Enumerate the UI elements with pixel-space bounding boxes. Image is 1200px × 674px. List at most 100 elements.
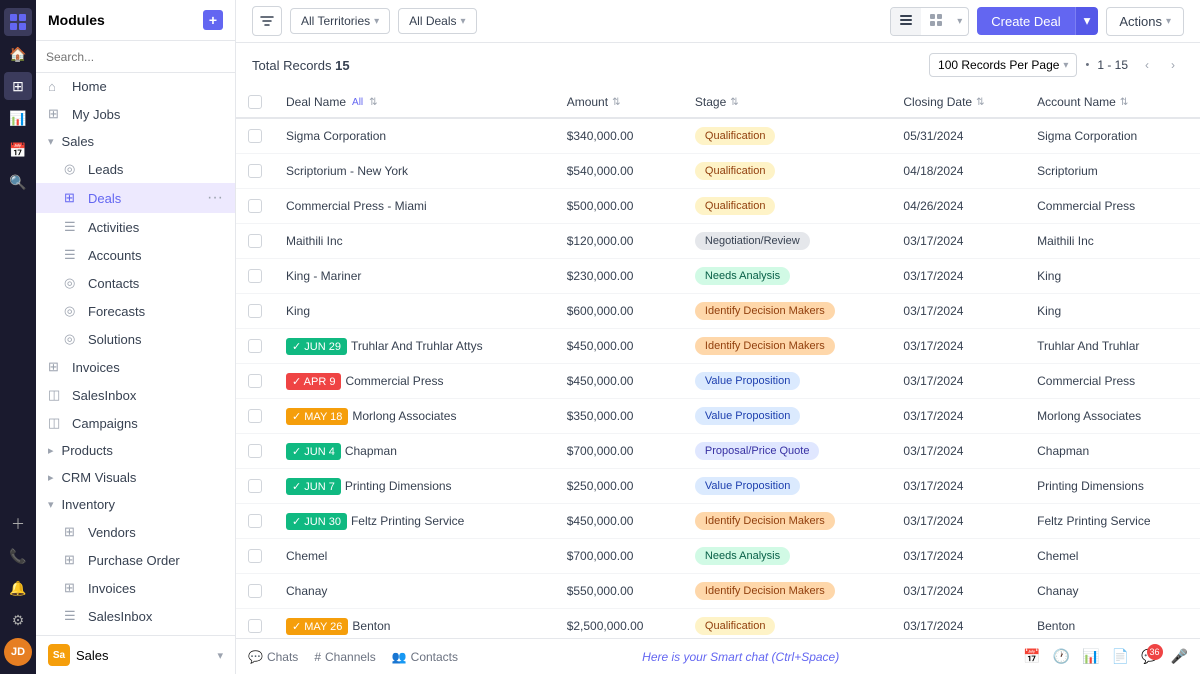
deal-name-text[interactable]: Chemel [286, 549, 327, 563]
sidebar-item-purchaseorder[interactable]: ⊞ Purchase Order [36, 546, 235, 574]
deal-name-text[interactable]: Printing Dimensions [345, 479, 452, 493]
row-checkbox[interactable] [248, 234, 262, 248]
deal-name-text[interactable]: Morlong Associates [352, 409, 456, 423]
deal-name-filter-tag[interactable]: All [352, 97, 363, 108]
deal-name-text[interactable]: King - Mariner [286, 269, 361, 283]
row-closing-date: 03/17/2024 [891, 539, 1025, 574]
next-page-btn[interactable]: › [1162, 54, 1184, 76]
sidebar-item-leads[interactable]: ◎ Leads [36, 155, 235, 183]
account-sort-icon[interactable]: ⇅ [1120, 97, 1128, 108]
bell-rail-icon[interactable]: 🔔 [4, 574, 32, 602]
plus-rail-icon[interactable]: ＋ [4, 510, 32, 538]
sidebar-section-products[interactable]: ▸ Products [36, 437, 235, 464]
sidebar-section-crmvisuals[interactable]: ▸ CRM Visuals [36, 464, 235, 491]
view-more-icon[interactable]: ▾ [951, 11, 968, 32]
sidebar-item-invoices-top[interactable]: ⊞ Invoices [36, 353, 235, 381]
sidebar-item-deals[interactable]: ⊞ Deals ··· [36, 183, 235, 213]
deal-name-text[interactable]: Commercial Press [345, 374, 443, 388]
list-view-btn[interactable] [891, 8, 921, 35]
grid-view-btn[interactable] [921, 8, 951, 35]
row-checkbox[interactable] [248, 164, 262, 178]
sidebar-item-accounts[interactable]: ☰ Accounts [36, 241, 235, 269]
amount-sort-icon[interactable]: ⇅ [612, 97, 620, 108]
deal-name-text[interactable]: Commercial Press - Miami [286, 199, 427, 213]
deal-name-text[interactable]: Chanay [286, 584, 327, 598]
phone-rail-icon[interactable]: 📞 [4, 542, 32, 570]
sidebar-item-myjobs[interactable]: ⊞ My Jobs [36, 100, 235, 128]
closing-sort-icon[interactable]: ⇅ [976, 97, 984, 108]
sidebar-item-solutions[interactable]: ◎ Solutions [36, 325, 235, 353]
row-checkbox[interactable] [248, 479, 262, 493]
deal-name-text[interactable]: Sigma Corporation [286, 129, 386, 143]
records-per-page-dropdown[interactable]: 100 Records Per Page ▾ [929, 53, 1077, 77]
create-deal-button[interactable]: Create Deal [977, 7, 1074, 35]
app-logo-icon[interactable] [4, 8, 32, 36]
sidebar-section-inventory[interactable]: ▾ Inventory [36, 491, 235, 518]
sidebar-section-sales[interactable]: ▾ Sales [36, 128, 235, 155]
deal-name-text[interactable]: King [286, 304, 310, 318]
sidebar-item-activities[interactable]: ☰ Activities [36, 213, 235, 241]
sidebar-item-contacts[interactable]: ◎ Contacts [36, 269, 235, 297]
sidebar-item-vendors[interactable]: ⊞ Vendors [36, 518, 235, 546]
deals-more-icon[interactable]: ··· [207, 189, 223, 207]
select-all-checkbox[interactable] [248, 95, 262, 109]
home-rail-icon[interactable]: 🏠 [4, 40, 32, 68]
user-avatar-rail[interactable]: JD [4, 638, 32, 666]
row-checkbox[interactable] [248, 269, 262, 283]
row-checkbox[interactable] [248, 199, 262, 213]
sidebar-item-salesinbox2[interactable]: ☰ SalesInbox [36, 602, 235, 630]
mic-bottom-icon[interactable]: 🎤 [1171, 648, 1188, 665]
deals-dropdown[interactable]: All Deals ▾ [398, 8, 476, 34]
doc-bottom-icon[interactable]: 📄 [1112, 648, 1129, 665]
deal-name-sort-icon[interactable]: ⇅ [369, 97, 377, 108]
deal-name-text[interactable]: Scriptorium - New York [286, 164, 408, 178]
gear-rail-icon[interactable]: ⚙ [4, 606, 32, 634]
table-row: Sigma Corporation $340,000.00 Qualificat… [236, 118, 1200, 154]
row-checkbox[interactable] [248, 549, 262, 563]
row-checkbox[interactable] [248, 339, 262, 353]
deal-name-text[interactable]: Benton [352, 619, 390, 633]
row-stage: Value Proposition [683, 469, 891, 504]
sidebar-item-campaigns[interactable]: ◫ Campaigns [36, 409, 235, 437]
row-checkbox[interactable] [248, 409, 262, 423]
contacts-tab[interactable]: 👥 Contacts [392, 650, 458, 664]
smart-chat-hint[interactable]: Here is your Smart chat (Ctrl+Space) [642, 650, 839, 664]
sidebar-item-salesinbox[interactable]: ◫ SalesInbox [36, 381, 235, 409]
search-input[interactable] [46, 50, 225, 64]
stage-sort-icon[interactable]: ⇅ [730, 97, 738, 108]
deal-name-text[interactable]: Truhlar And Truhlar Attys [351, 339, 483, 353]
calendar-bottom-icon[interactable]: 📅 [1023, 648, 1040, 665]
grid-rail-icon[interactable]: ⊞ [4, 72, 32, 100]
search-rail-icon[interactable]: 🔍 [4, 168, 32, 196]
sidebar-item-invoices[interactable]: ⊞ Invoices [36, 574, 235, 602]
sidebar-item-home[interactable]: ⌂ Home [36, 73, 235, 100]
row-checkbox[interactable] [248, 304, 262, 318]
add-module-btn[interactable]: + [203, 10, 223, 30]
prev-page-btn[interactable]: ‹ [1136, 54, 1158, 76]
row-checkbox[interactable] [248, 444, 262, 458]
row-checkbox[interactable] [248, 619, 262, 633]
create-deal-dropdown-btn[interactable]: ▾ [1075, 7, 1099, 35]
filter-button[interactable] [252, 6, 282, 36]
calendar-rail-icon[interactable]: 📅 [4, 136, 32, 164]
sidebar-footer[interactable]: Sa Sales ▾ [36, 635, 235, 674]
deal-name-text[interactable]: Chapman [345, 444, 397, 458]
chart-bottom-icon[interactable]: 📊 [1082, 648, 1099, 665]
header-deal-name: Deal Name All ⇅ [274, 87, 555, 118]
chats-tab[interactable]: 💬 Chats [248, 650, 298, 664]
actions-button[interactable]: Actions ▾ [1106, 7, 1184, 36]
channels-tab[interactable]: # Channels [314, 650, 375, 664]
sidebar-section-label-sales: Sales [62, 134, 95, 149]
deal-name-text[interactable]: Feltz Printing Service [351, 514, 464, 528]
row-checkbox[interactable] [248, 584, 262, 598]
clock-bottom-icon[interactable]: 🕐 [1053, 648, 1070, 665]
notification-wrap: 💬 36 [1141, 648, 1158, 665]
row-account-name: Morlong Associates [1025, 399, 1200, 434]
row-checkbox[interactable] [248, 129, 262, 143]
row-checkbox[interactable] [248, 514, 262, 528]
sidebar-item-forecasts[interactable]: ◎ Forecasts [36, 297, 235, 325]
chart-rail-icon[interactable]: 📊 [4, 104, 32, 132]
row-checkbox[interactable] [248, 374, 262, 388]
deal-name-text[interactable]: Maithili Inc [286, 234, 343, 248]
territory-dropdown[interactable]: All Territories ▾ [290, 8, 390, 34]
